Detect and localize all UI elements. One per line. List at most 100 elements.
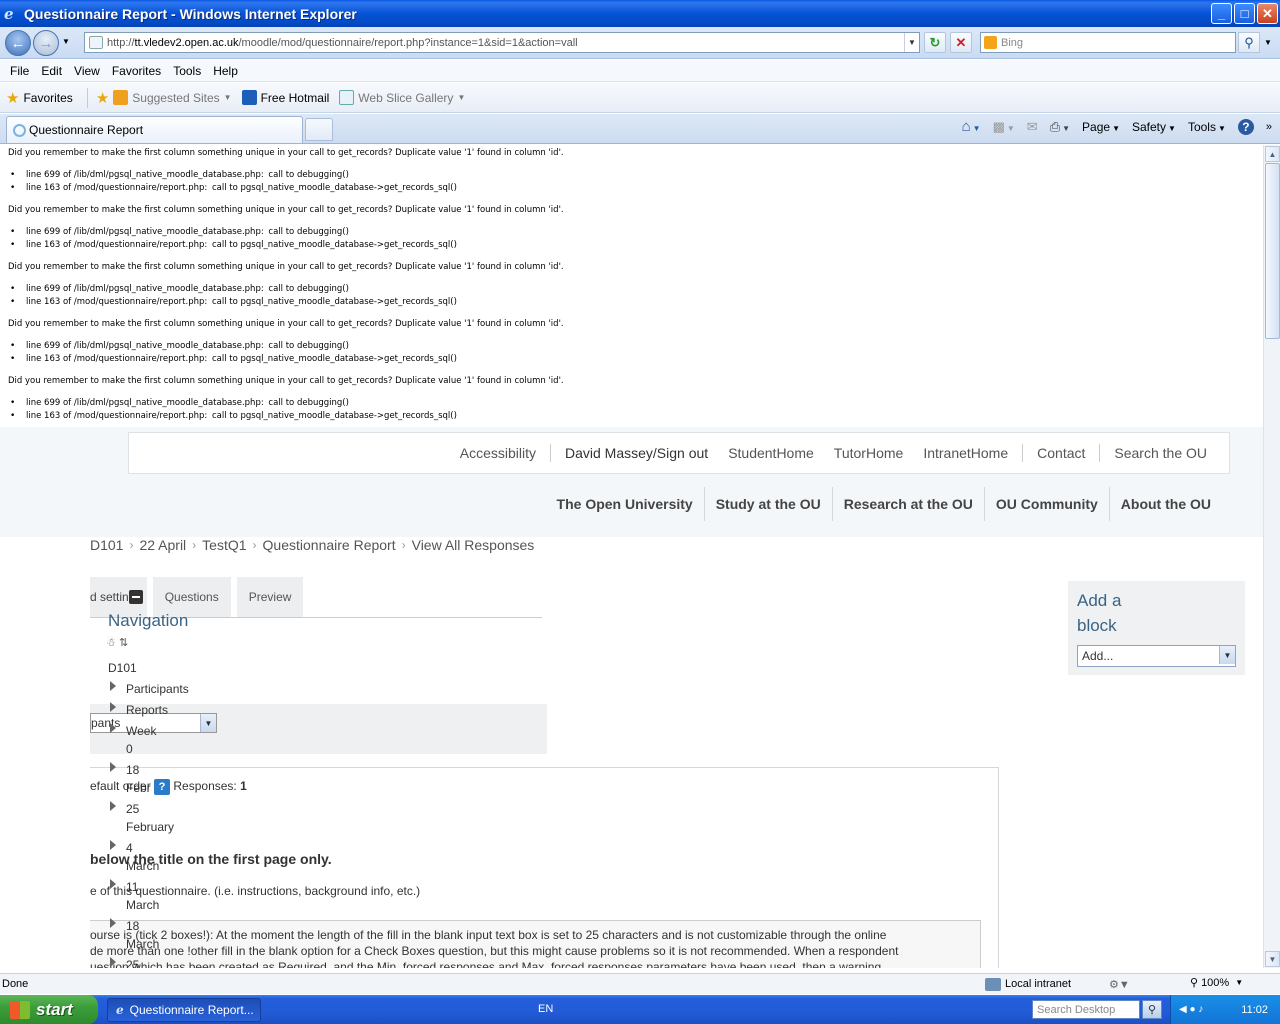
chevron-right-icon: › [129,538,134,552]
expand-icon[interactable] [110,840,116,850]
menu-edit[interactable]: Edit [35,64,68,78]
search-ou-link[interactable]: Search the OU [1104,445,1217,461]
tools-menu[interactable]: Tools ▼ [1188,120,1226,134]
nav-reports[interactable]: Reports [126,703,168,717]
tutorhome-link[interactable]: TutorHome [824,445,914,461]
more-chevron-icon[interactable]: » [1266,121,1272,133]
nav-week-18feb[interactable]: 18 [126,763,139,777]
zoom-control[interactable]: ⚲ 100% ▼ [1190,976,1243,990]
expand-icon[interactable] [110,702,116,712]
minimize-button[interactable]: _ [1211,3,1232,24]
free-hotmail-link[interactable]: Free Hotmail [241,90,329,105]
expand-icon[interactable] [110,681,116,691]
maximize-button[interactable]: □ [1234,3,1255,24]
search-options-icon[interactable]: ▼ [1264,38,1272,47]
move-icon[interactable]: ⇅ [119,637,128,649]
contact-link[interactable]: Contact [1027,445,1095,461]
address-dropdown-icon[interactable]: ▼ [904,33,919,52]
expand-icon[interactable] [110,801,116,811]
trace-call: call to debugging() [268,284,349,294]
new-tab-button[interactable] [305,118,333,141]
web-slice-label: Web Slice Gallery [358,90,454,105]
nav-research[interactable]: Research at the OU [833,496,984,512]
add-favorite-icon[interactable]: ★ [96,89,109,107]
nav-week-11mar[interactable]: 11 [126,880,138,894]
taskbar-ie-window[interactable]: e Questionnaire Report... [107,998,261,1022]
security-zone[interactable]: Local intranet ⚙▼ [985,976,1130,992]
expand-icon[interactable] [110,879,116,889]
scroll-up-icon[interactable]: ▲ [1265,146,1280,162]
nav-week-0[interactable]: Week [126,724,156,738]
trace-call: call to pgsql_native_moodle_database->ge… [211,411,457,421]
clock[interactable]: 11:02 [1241,1004,1268,1016]
expand-icon[interactable] [110,723,116,733]
scroll-down-icon[interactable]: ▼ [1265,951,1280,967]
desktop-search-input[interactable]: Search Desktop [1032,1000,1140,1019]
menu-file[interactable]: File [4,64,35,78]
close-button[interactable]: ✕ [1257,3,1278,24]
breadcrumb-report[interactable]: Questionnaire Report [263,537,396,553]
help-icon[interactable]: ? [1237,118,1254,135]
suggested-sites-link[interactable]: Suggested Sites ▼ [113,90,232,105]
menu-favorites[interactable]: Favorites [106,64,167,78]
dock-icon[interactable]: ☃ [106,637,116,649]
navigation-title: Navigation [108,611,189,630]
nav-about[interactable]: About the OU [1110,496,1222,512]
vertical-scrollbar[interactable]: ▲ ▼ [1263,145,1280,968]
favorites-button[interactable]: ★ Favorites [6,89,73,107]
search-button[interactable]: ⚲ [1238,32,1260,53]
intranethome-link[interactable]: IntranetHome [913,445,1018,461]
nav-week-18mar[interactable]: 18 [126,919,139,933]
suggested-sites-icon [113,90,129,105]
page-menu-label: Page [1082,119,1111,134]
nav-week-4mar[interactable]: 4 [126,841,133,855]
search-input[interactable]: Bing [980,32,1236,53]
address-input[interactable]: http://tt.vledev2.open.ac.uk/moodle/mod/… [84,32,920,53]
menu-help[interactable]: Help [207,64,244,78]
expand-icon[interactable] [110,918,116,928]
desktop-search-button[interactable]: ⚲ [1142,1000,1162,1019]
forward-button[interactable]: → [33,30,59,56]
debug-trace-line: line 163 of /mod/questionnaire/report.ph… [10,240,457,250]
tab-bar: Questionnaire Report ⌂ ▼ ▩ ▼ ✉ ⎙ ▼ Page ▼ Sa… [0,114,1280,144]
tab-preview[interactable]: Preview [236,577,304,617]
scroll-thumb[interactable] [1265,163,1280,339]
mail-icon[interactable]: ✉ [1027,119,1038,135]
nav-participants[interactable]: Participants [126,682,189,696]
page-menu[interactable]: Page ▼ [1082,120,1120,134]
protected-mode-icon[interactable]: ⚙▼ [1109,978,1130,991]
collapse-icon[interactable] [128,590,143,604]
menu-tools[interactable]: Tools [167,64,207,78]
start-button[interactable]: start [0,995,98,1024]
studenthome-link[interactable]: StudentHome [718,445,824,461]
web-slice-gallery-link[interactable]: Web Slice Gallery ▼ [339,90,465,105]
add-block-select[interactable]: Add... ▼ [1077,645,1236,667]
home-icon[interactable]: ⌂ ▼ [962,118,981,135]
nav-study[interactable]: Study at the OU [705,496,832,512]
back-button[interactable]: ← [5,30,31,56]
feeds-icon[interactable]: ▩ ▼ [993,119,1015,135]
expand-icon[interactable] [110,762,116,772]
tab-questionnaire-report[interactable]: Questionnaire Report [6,116,303,143]
refresh-button[interactable]: ↻ [924,32,946,53]
recent-pages-dropdown-icon[interactable]: ▼ [62,37,70,46]
nav-community[interactable]: OU Community [985,496,1109,512]
help-icon[interactable]: ? [154,779,171,795]
breadcrumb-section[interactable]: 22 April [139,537,186,553]
nav-open-university[interactable]: The Open University [546,496,704,512]
menu-view[interactable]: View [68,64,106,78]
debug-message-block: Did you remember to make the first colum… [0,148,600,205]
nav-week-25feb[interactable]: 25 [126,802,139,816]
breadcrumb-course[interactable]: D101 [90,537,123,553]
accessibility-link[interactable]: Accessibility [450,445,546,461]
print-icon[interactable]: ⎙ ▼ [1050,119,1070,135]
safety-menu[interactable]: Safety ▼ [1132,120,1176,134]
user-signout-link[interactable]: David Massey/Sign out [555,445,718,461]
stop-button[interactable]: ✕ [950,32,972,53]
breadcrumb-activity[interactable]: TestQ1 [202,537,246,553]
language-indicator[interactable]: EN [538,1003,553,1015]
nav-course[interactable]: D101 [108,661,137,675]
debug-message: Did you remember to make the first colum… [8,319,564,329]
expand-icon[interactable] [110,957,116,967]
tray-icons[interactable]: ◀ ● ♪ [1179,1004,1203,1015]
